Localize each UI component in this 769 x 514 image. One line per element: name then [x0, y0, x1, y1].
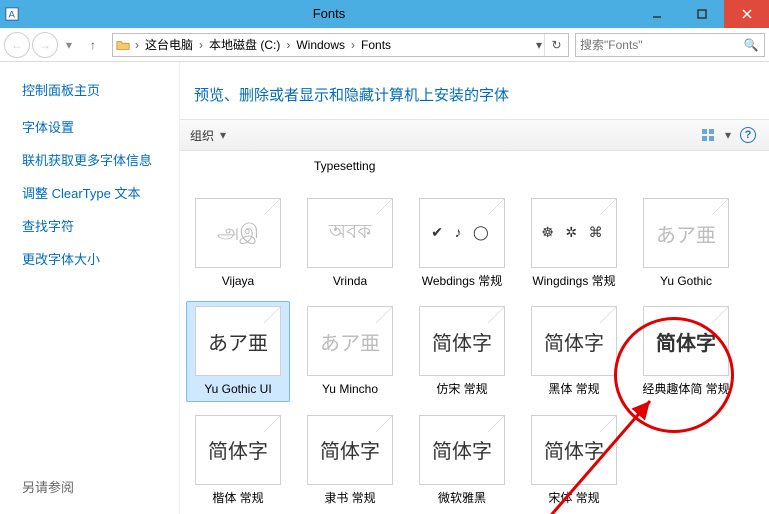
sidebar-link[interactable]: 更改字体大小 — [22, 249, 179, 268]
search-input[interactable] — [580, 38, 742, 52]
font-thumb: 简体字 — [419, 415, 505, 485]
search-box[interactable]: 🔍 — [575, 33, 765, 57]
font-label: Webdings 常规 — [422, 274, 502, 288]
font-thumb: 简体字 — [419, 306, 505, 376]
back-button[interactable]: ← — [4, 32, 30, 58]
font-item[interactable]: ☸ ✲ ⌘ Wingdings 常规 — [522, 193, 626, 293]
font-item[interactable]: 简体字黑体 常规 — [522, 301, 626, 401]
font-thumb: 简体字 — [531, 415, 617, 485]
font-item[interactable]: 简体字隶书 常规 — [298, 410, 402, 510]
sidebar-link[interactable]: 查找字符 — [22, 216, 179, 235]
view-button[interactable] — [697, 124, 719, 146]
organize-button[interactable]: 组织 — [190, 127, 214, 144]
main-pane: 预览、删除或者显示和隐藏计算机上安装的字体 组织 ▾ ▾ ? Typesetti… — [180, 62, 769, 514]
font-thumb: あア亜 — [195, 306, 281, 376]
sidebar-link[interactable]: 联机获取更多字体信息 — [22, 150, 179, 169]
font-label: 微软雅黑 — [438, 491, 486, 505]
breadcrumb-item[interactable]: Windows — [292, 34, 349, 56]
folder-icon — [113, 38, 133, 52]
font-thumb: 简体字 — [531, 306, 617, 376]
addr-caret[interactable]: ▾ — [534, 38, 544, 52]
font-item[interactable]: あア亜 Yu Gothic — [634, 193, 738, 293]
font-label: Vrinda — [333, 274, 367, 288]
font-item[interactable]: あア亜 Yu Mincho — [298, 301, 402, 401]
font-item[interactable]: あア亜 Yu Gothic UI — [186, 301, 290, 401]
font-label: Typesetting — [314, 159, 375, 173]
window-title: Fonts — [24, 0, 634, 28]
font-thumb: ☸ ✲ ⌘ — [531, 198, 617, 268]
font-item[interactable]: 简体字楷体 常规 — [186, 410, 290, 510]
font-thumb: 简体字 — [643, 306, 729, 376]
font-thumb: 简体字 — [307, 415, 393, 485]
font-label: 宋体 常规 — [548, 491, 599, 505]
font-label: 黑体 常规 — [548, 382, 599, 396]
sidebar-link[interactable]: 调整 ClearType 文本 — [22, 183, 179, 202]
page-heading: 预览、删除或者显示和隐藏计算机上安装的字体 — [180, 62, 769, 119]
breadcrumb-item[interactable]: Fonts — [357, 34, 395, 56]
toolbar: 组织 ▾ ▾ ? — [180, 119, 769, 151]
refresh-button[interactable]: ↻ — [544, 34, 568, 56]
breadcrumb-item[interactable]: 本地磁盘 (C:) — [205, 34, 284, 56]
up-button[interactable]: ↑ — [80, 32, 106, 58]
font-thumb: あア亜 — [643, 198, 729, 268]
font-label: Yu Gothic UI — [204, 382, 271, 396]
font-item[interactable]: 简体字宋体 常规 — [522, 410, 626, 510]
breadcrumb-item[interactable]: 这台电脑 — [141, 34, 197, 56]
font-grid: Typesetting அஇ Vijaya অবক Vrinda ✔ ♪ ◯ Webding… — [186, 159, 769, 510]
minimize-button[interactable] — [634, 0, 679, 28]
font-thumb: அஇ — [195, 198, 281, 268]
svg-text:A: A — [9, 10, 16, 21]
sidebar-link[interactable]: 字体设置 — [22, 117, 179, 136]
help-button[interactable]: ? — [737, 124, 759, 146]
help-icon: ? — [740, 127, 756, 143]
forward-button[interactable]: → — [32, 32, 58, 58]
font-label: Vijaya — [222, 274, 254, 288]
maximize-button[interactable] — [679, 0, 724, 28]
font-thumb: ✔ ♪ ◯ — [419, 198, 505, 268]
font-thumb: あア亜 — [307, 306, 393, 376]
font-label: 仿宋 常规 — [436, 382, 487, 396]
history-dropdown[interactable]: ▾ — [60, 38, 78, 52]
font-item[interactable]: 简体字微软雅黑 — [410, 410, 514, 510]
title-bar: A Fonts — [0, 0, 769, 28]
view-caret[interactable]: ▾ — [725, 128, 731, 142]
font-label: Yu Gothic — [660, 274, 712, 288]
sidebar: 控制面板主页 字体设置 联机获取更多字体信息 调整 ClearType 文本 查… — [0, 62, 180, 514]
font-thumb: অবক — [307, 198, 393, 268]
organize-caret[interactable]: ▾ — [220, 128, 226, 142]
font-item[interactable]: অবক Vrinda — [298, 193, 402, 293]
sidebar-home[interactable]: 控制面板主页 — [22, 80, 179, 99]
breadcrumb-sep: › — [133, 38, 141, 52]
nav-bar: ← → ▾ ↑ › 这台电脑 › 本地磁盘 (C:) › Windows › F… — [0, 28, 769, 62]
font-item[interactable]: அஇ Vijaya — [186, 193, 290, 293]
app-icon: A — [0, 0, 24, 28]
font-label: 楷体 常规 — [212, 491, 263, 505]
font-label: 经典趣体简 常规 — [642, 382, 729, 396]
font-item[interactable]: 简体字经典趣体简 常规 — [634, 301, 738, 401]
font-item[interactable]: 简体字仿宋 常规 — [410, 301, 514, 401]
sidebar-footer: 另请参阅 — [22, 477, 179, 514]
font-label: Yu Mincho — [322, 382, 378, 396]
font-item[interactable]: ✔ ♪ ◯ Webdings 常规 — [410, 193, 514, 293]
font-thumb: 简体字 — [195, 415, 281, 485]
search-icon[interactable]: 🔍 — [742, 38, 760, 52]
font-label: Wingdings 常规 — [532, 274, 615, 288]
address-bar[interactable]: › 这台电脑 › 本地磁盘 (C:) › Windows › Fonts ▾ ↻ — [112, 33, 569, 57]
font-label: 隶书 常规 — [324, 491, 375, 505]
close-button[interactable] — [724, 0, 769, 28]
